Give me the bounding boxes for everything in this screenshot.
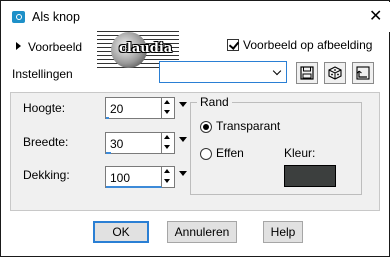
ok-button[interactable]: OK bbox=[93, 221, 149, 243]
opacity-stepper[interactable] bbox=[161, 167, 174, 187]
width-slider-bar[interactable] bbox=[106, 152, 111, 154]
width-stepper[interactable] bbox=[161, 133, 174, 153]
expand-triangle-icon bbox=[16, 42, 21, 50]
width-dropdown-arrow-icon[interactable] bbox=[179, 137, 187, 142]
height-label: Hoogte: bbox=[23, 101, 66, 115]
app-camera-icon bbox=[12, 11, 25, 23]
radio-solid-label: Effen bbox=[216, 146, 244, 160]
height-slider-bar[interactable] bbox=[106, 117, 109, 119]
window-title: Als knop bbox=[32, 10, 80, 24]
opacity-value: 100 bbox=[110, 171, 131, 185]
height-spinbox[interactable]: 20 bbox=[105, 97, 187, 119]
chevron-down-icon[interactable] bbox=[271, 65, 284, 79]
opacity-dropdown-arrow-icon[interactable] bbox=[179, 171, 187, 176]
color-label: Kleur: bbox=[284, 146, 316, 160]
dialog-window: Als knop ✕ Voorbeeld claudia Voorbeeld o… bbox=[0, 0, 390, 257]
height-stepper[interactable] bbox=[161, 98, 174, 118]
reset-dice-icon bbox=[328, 66, 342, 80]
checkbox-checked-icon[interactable] bbox=[227, 39, 239, 51]
radio-transparent[interactable] bbox=[200, 121, 212, 133]
save-preset-button[interactable] bbox=[296, 62, 318, 84]
preview-label: Voorbeeld bbox=[28, 40, 83, 54]
save-preset-icon bbox=[300, 66, 314, 80]
settings-label: Instellingen bbox=[12, 67, 73, 81]
manage-presets-button[interactable] bbox=[352, 62, 374, 84]
cancel-button[interactable]: Annuleren bbox=[167, 221, 237, 243]
height-dropdown-arrow-icon[interactable] bbox=[179, 102, 187, 107]
width-value: 30 bbox=[110, 137, 124, 151]
reset-button[interactable] bbox=[324, 62, 346, 84]
title-bar: Als knop ✕ bbox=[2, 2, 390, 32]
close-icon[interactable]: ✕ bbox=[369, 6, 382, 26]
radio-solid[interactable] bbox=[200, 148, 212, 160]
help-button[interactable]: Help bbox=[263, 221, 303, 243]
width-spinbox[interactable]: 30 bbox=[105, 132, 187, 154]
opacity-spinbox[interactable]: 100 bbox=[105, 166, 187, 188]
color-swatch[interactable] bbox=[284, 165, 336, 187]
width-label: Breedte: bbox=[23, 135, 69, 149]
watermark-logo: claudia bbox=[119, 41, 173, 56]
preview-on-image-label: Voorbeeld op afbeelding bbox=[243, 38, 373, 52]
manage-presets-icon bbox=[356, 66, 370, 80]
height-value: 20 bbox=[110, 102, 124, 116]
opacity-label: Dekking: bbox=[23, 168, 70, 182]
border-group-title: Rand bbox=[197, 95, 232, 109]
preset-dropdown[interactable] bbox=[159, 61, 287, 83]
opacity-slider-bar[interactable] bbox=[106, 186, 162, 188]
radio-transparent-label: Transparant bbox=[216, 119, 281, 133]
